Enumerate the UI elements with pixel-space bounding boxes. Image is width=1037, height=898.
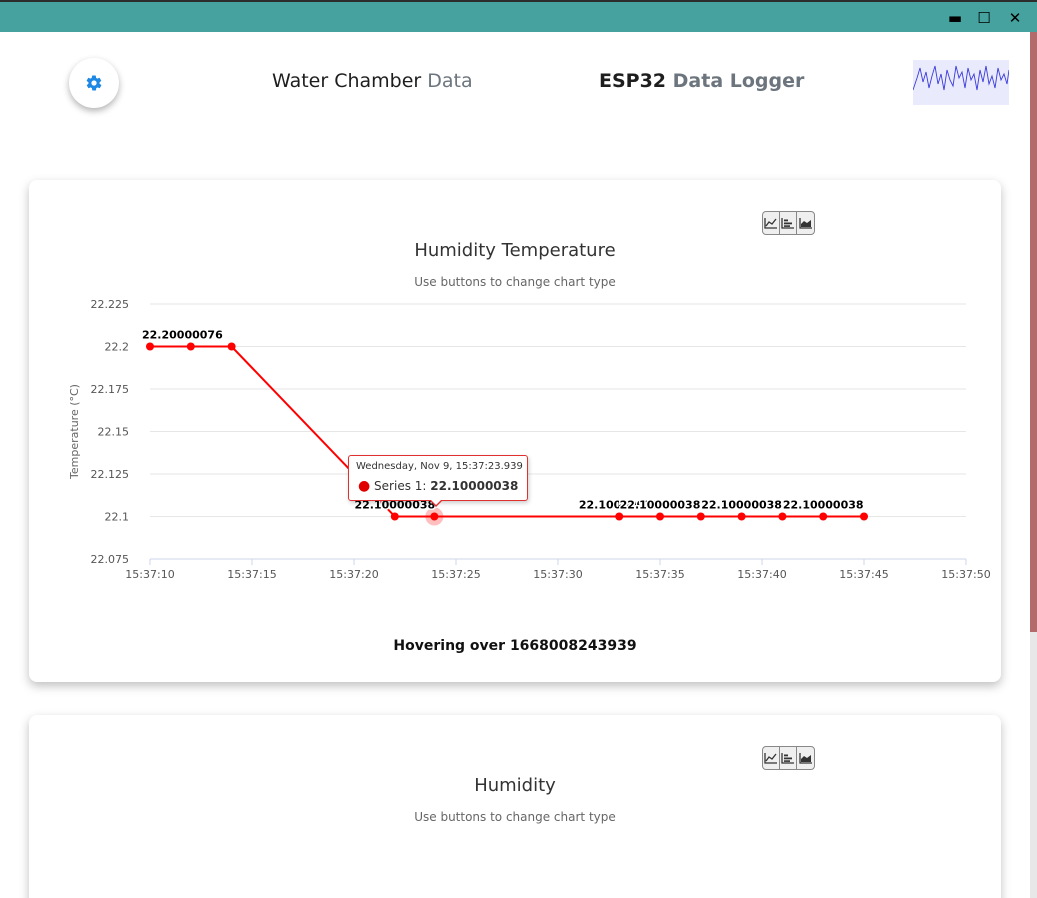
app-title-muted: Data Logger	[672, 70, 805, 92]
data-label: 22.20000076	[142, 328, 223, 341]
chart-card-temperature: Humidity Temperature Use buttons to chan…	[29, 180, 1001, 682]
chart-title: Humidity	[474, 775, 556, 796]
data-point[interactable]	[656, 512, 664, 521]
y-tick-label: 22.225	[91, 298, 130, 311]
chart-type-buttons	[762, 211, 815, 235]
data-point[interactable]	[778, 512, 787, 521]
data-point[interactable]	[146, 342, 154, 351]
sparkline-logo	[912, 60, 1010, 105]
chart-card-humidity: Humidity Use buttons to change chart typ…	[29, 715, 1001, 898]
tooltip-pointer-inner	[430, 499, 442, 505]
chart-tooltip: Wednesday, Nov 9, 15:37:23.939 ● Series …	[348, 455, 528, 507]
area-chart-icon	[798, 218, 812, 229]
x-tick-label: 15:37:45	[839, 568, 888, 581]
area-chart-button[interactable]	[797, 212, 814, 234]
page-title-muted: Data	[427, 70, 473, 92]
data-point[interactable]	[737, 512, 746, 521]
tooltip-value: 22.10000038	[430, 479, 519, 493]
x-tick-label: 15:37:20	[329, 568, 378, 581]
data-point[interactable]	[186, 342, 195, 351]
chart-subtitle: Use buttons to change chart type	[414, 810, 616, 824]
data-point[interactable]	[430, 512, 439, 521]
data-point[interactable]	[819, 512, 828, 521]
x-tick-label: 15:37:30	[533, 568, 582, 581]
y-tick-label: 22.075	[91, 553, 130, 566]
x-tick-label: 15:37:35	[635, 568, 684, 581]
bar-chart-button[interactable]	[780, 747, 797, 769]
window-titlebar: ▬ ☐ ✕	[0, 0, 1037, 32]
chart-type-buttons	[762, 746, 815, 770]
data-point[interactable]	[227, 342, 236, 351]
tooltip-date: Wednesday, Nov 9, 15:37:23.939	[356, 461, 523, 472]
sparkline-line	[912, 65, 1010, 91]
y-tick-label: 22.1	[105, 511, 130, 524]
page-title-main: Water Chamber	[272, 70, 422, 92]
line-chart-icon	[764, 753, 777, 764]
gear-icon	[86, 75, 102, 91]
tooltip-row: ● Series 1: 22.10000038	[358, 478, 518, 494]
page-title: Water Chamber Data	[272, 70, 473, 92]
x-tick-label: 15:37:10	[125, 568, 174, 581]
y-tick-label: 22.125	[91, 468, 130, 481]
settings-button[interactable]	[69, 58, 119, 108]
line-chart-button[interactable]	[763, 747, 780, 769]
data-point[interactable]	[696, 512, 705, 521]
hover-status: Hovering over 1668008243939	[393, 638, 637, 654]
x-tick-label: 15:37:15	[227, 568, 276, 581]
bar-chart-icon	[781, 218, 794, 229]
tooltip-marker: ●	[358, 478, 371, 494]
tooltip-series-label: Series 1:	[374, 479, 427, 493]
data-point[interactable]	[390, 512, 399, 521]
page-content: Water Chamber Data ESP32 Data Logger Hum…	[0, 32, 1030, 898]
close-button[interactable]: ✕	[1003, 6, 1027, 30]
app-title-main: ESP32	[599, 70, 667, 92]
y-axis-title: Temperature (°C)	[68, 384, 81, 480]
data-label: 22.10000038	[620, 498, 701, 511]
chart-title: Humidity Temperature	[414, 240, 616, 261]
bar-chart-icon	[781, 753, 794, 764]
app-title: ESP32 Data Logger	[599, 70, 804, 92]
x-tick-label: 15:37:40	[737, 568, 786, 581]
maximize-button[interactable]: ☐	[972, 6, 996, 30]
data-point[interactable]	[860, 512, 868, 521]
line-chart-button[interactable]	[763, 212, 780, 234]
x-tick-label: 15:37:25	[431, 568, 480, 581]
scrollbar-thumb[interactable]	[1030, 32, 1037, 632]
y-tick-label: 22.2	[105, 341, 130, 354]
chart-plot[interactable]: 22.075 22.1 22.125 22.15 22.175 22.2 22.225 15:…	[29, 284, 1001, 584]
data-label: 22.10000038	[701, 498, 782, 511]
data-point[interactable]	[615, 512, 624, 521]
x-tick-label: 15:37:50	[941, 568, 990, 581]
y-tick-label: 22.175	[91, 383, 130, 396]
area-chart-button[interactable]	[797, 747, 814, 769]
line-chart-icon	[764, 218, 777, 229]
data-label: 22.10000038	[783, 498, 864, 511]
minimize-button[interactable]: ▬	[943, 6, 967, 30]
y-tick-label: 22.15	[98, 426, 130, 439]
area-chart-icon	[798, 753, 812, 764]
bar-chart-button[interactable]	[780, 212, 797, 234]
